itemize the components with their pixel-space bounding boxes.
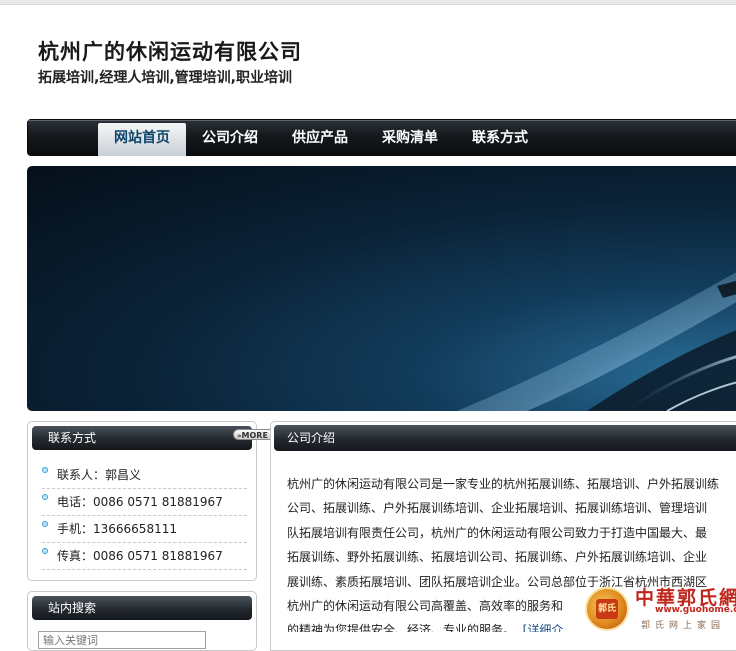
nav-item-home[interactable]: 网站首页 — [98, 123, 186, 156]
watermark-tagline: 郭氏网上家园 — [641, 621, 726, 631]
intro-box-header: 公司介绍 — [274, 425, 736, 451]
bullet-icon — [42, 521, 48, 527]
detail-link[interactable]: [详细介 — [523, 623, 564, 632]
contact-item-mobile: 手机：13666658111 — [42, 516, 247, 543]
site-title: 杭州广的休闲运动有限公司 — [38, 40, 302, 64]
watermark-url: www.guohome.org — [655, 605, 736, 615]
bullet-icon — [42, 494, 48, 500]
nav-item-about[interactable]: 公司介绍 — [202, 120, 258, 156]
contact-item-fax: 传真：0086 0571 81881967 — [42, 543, 247, 570]
seal-icon: 郭氏 — [585, 587, 629, 631]
contact-item-phone: 电话：0086 0571 81881967 — [42, 489, 247, 516]
site-subtitle: 拓展培训,经理人培训,管理培训,职业培训 — [38, 70, 292, 86]
intro-box-title: 公司介绍 — [287, 431, 336, 445]
search-box-header: 站内搜索 — [32, 596, 252, 620]
main-nav: 网站首页 公司介绍 供应产品 采购清单 联系方式 — [27, 119, 736, 156]
hero-banner — [27, 166, 736, 411]
contact-box-header: 联系方式 — [32, 426, 252, 450]
search-box-title: 站内搜索 — [48, 601, 97, 615]
watermark-logo: 郭氏 中華郭氏網 www.guohome.org 郭氏网上家园 — [585, 583, 736, 639]
contact-box: 联系方式 联系人：郭昌义 电话：0086 0571 81881967 手机：13… — [27, 421, 257, 581]
search-input[interactable] — [38, 631, 206, 649]
bullet-icon — [42, 467, 48, 473]
contact-box-title: 联系方式 — [48, 431, 97, 445]
nav-item-products[interactable]: 供应产品 — [292, 120, 348, 156]
nav-item-contact[interactable]: 联系方式 — [472, 120, 528, 156]
nav-item-purchase[interactable]: 采购清单 — [382, 120, 438, 156]
top-border — [0, 0, 736, 5]
bullet-icon — [42, 548, 48, 554]
contact-item-person: 联系人：郭昌义 — [42, 462, 247, 489]
banner-graphic — [457, 272, 736, 411]
